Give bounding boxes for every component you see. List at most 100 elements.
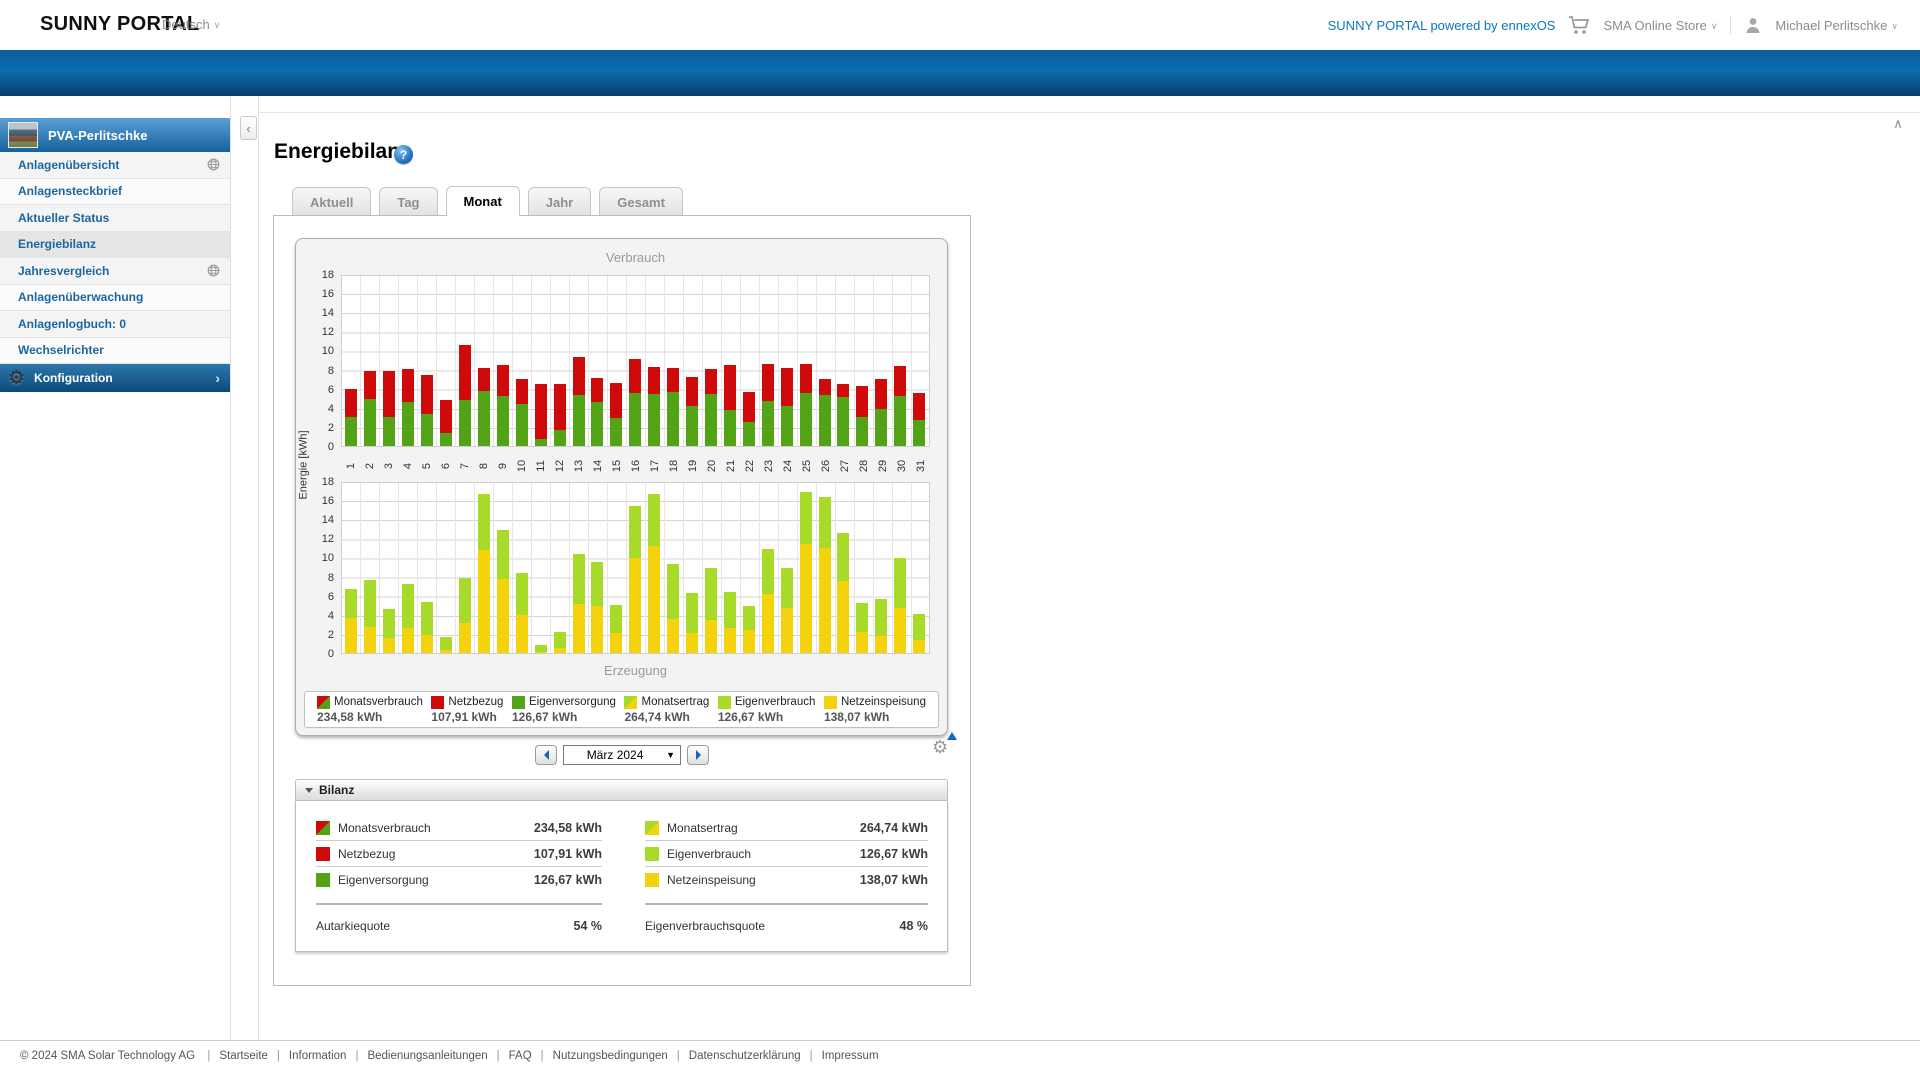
bar-day-19 — [686, 377, 699, 446]
powered-by-link[interactable]: SUNNY PORTAL powered by ennexOS — [1328, 18, 1556, 33]
segment-eigenverbrauch — [591, 562, 604, 607]
footer-link-nutzungsbedingungen[interactable]: Nutzungsbedingungen — [553, 1050, 668, 1062]
segment-netzeinspeisung — [402, 628, 415, 653]
bar-day-22 — [742, 606, 755, 653]
help-icon[interactable]: ? — [394, 145, 413, 164]
bar-day-12 — [553, 383, 566, 446]
next-month-button[interactable] — [687, 745, 709, 765]
bilanz-separator — [316, 903, 602, 905]
tab-tag[interactable]: Tag — [379, 187, 438, 216]
month-select[interactable]: März 2024 ▼ — [563, 745, 681, 765]
segment-netzbezug — [515, 379, 528, 404]
segment-eigenversorgung — [837, 397, 850, 446]
segment-netzeinspeisung — [458, 623, 471, 653]
bar-day-13 — [572, 357, 585, 446]
segment-eigenversorgung — [345, 417, 358, 446]
segment-eigenversorgung — [458, 400, 471, 446]
bar-day-28 — [856, 385, 869, 446]
segment-eigenversorgung — [648, 394, 661, 446]
arrow-right-icon — [695, 750, 701, 760]
sidebar-item-energiebilanz[interactable]: Energiebilanz — [0, 231, 230, 258]
sidebar-item-anlagen-bersicht[interactable]: Anlagenübersicht — [0, 152, 230, 179]
segment-eigenverbrauch — [364, 580, 377, 628]
segment-netzbezug — [648, 366, 661, 395]
tab-monat[interactable]: Monat — [445, 186, 520, 216]
bar-day-27 — [837, 383, 850, 446]
segment-eigenverbrauch — [421, 602, 434, 635]
footer: © 2024 SMA Solar Technology AG | Startsei… — [0, 1040, 1920, 1080]
segment-netzeinspeisung — [383, 637, 396, 653]
tab-jahr[interactable]: Jahr — [527, 187, 592, 216]
footer-link-impressum[interactable]: Impressum — [822, 1050, 879, 1062]
tab-aktuell[interactable]: Aktuell — [292, 187, 372, 216]
bilanz-row-netzeinspeisung: Netzeinspeisung 138,07 kWh — [645, 867, 928, 893]
prev-month-button[interactable] — [535, 745, 557, 765]
segment-netzbezug — [421, 375, 434, 414]
y-tick: 12 — [321, 533, 334, 546]
segment-eigenverbrauch — [458, 577, 471, 624]
bilanz-swatch — [645, 873, 659, 887]
legend-value: 126,67 kWh — [511, 709, 578, 724]
segment-eigenverbrauch — [629, 505, 642, 559]
sidebar-collapse-button[interactable]: ‹ — [240, 116, 257, 140]
segment-netzeinspeisung — [572, 604, 585, 653]
bilanz-value: 234,58 kWh — [533, 820, 602, 835]
segment-netzeinspeisung — [629, 558, 642, 653]
sidebar-item-konfiguration[interactable]: ⚙ Konfiguration › — [0, 364, 230, 392]
bar-day-8 — [477, 367, 490, 446]
x-tick: 16 — [629, 459, 642, 472]
legend-swatch — [823, 695, 837, 709]
bilanz-label: Eigenverbrauchsquote — [645, 919, 766, 933]
segment-eigenversorgung — [799, 393, 812, 446]
sidebar-item-anlagensteckbrief[interactable]: Anlagensteckbrief — [0, 178, 230, 205]
segment-netzeinspeisung — [761, 593, 774, 653]
footer-link-faq[interactable]: FAQ — [509, 1050, 532, 1062]
bar-day-18 — [667, 564, 680, 653]
footer-link-startseite[interactable]: Startseite — [219, 1050, 268, 1062]
sma-online-store-link[interactable]: SMA Online Store ∨ — [1603, 18, 1717, 33]
y-tick: 4 — [327, 609, 334, 622]
sidebar-item-aktueller-status[interactable]: Aktueller Status — [0, 205, 230, 232]
bilanz-value: 126,67 kWh — [533, 873, 602, 887]
chart-title-verbrauch: Verbrauch — [605, 250, 666, 265]
bar-day-6 — [440, 636, 453, 653]
x-tick: 6 — [439, 462, 452, 469]
footer-link-bedienungsanleitungen[interactable]: Bedienungsanleitungen — [367, 1050, 487, 1062]
bar-day-30 — [894, 365, 907, 446]
sidebar-item-label: Jahresvergleich — [18, 263, 110, 278]
segment-eigenverbrauch — [875, 598, 888, 636]
bilanz-label: Netzbezug — [338, 846, 396, 861]
segment-netzbezug — [723, 364, 736, 410]
x-tick: 21 — [724, 459, 737, 472]
sidebar-item-jahresvergleich[interactable]: Jahresvergleich — [0, 258, 230, 285]
user-menu[interactable]: Michael Perlitschke ∨ — [1775, 18, 1898, 33]
language-selector[interactable]: Deutsch ∨ — [162, 17, 220, 32]
x-tick: 17 — [648, 459, 661, 472]
segment-eigenversorgung — [894, 396, 907, 446]
segment-eigenverbrauch — [686, 592, 699, 633]
sidebar-item-label: Aktueller Status — [18, 210, 110, 225]
bar-day-20 — [704, 568, 717, 653]
divider — [1730, 16, 1732, 34]
sidebar-item-wechselrichter[interactable]: Wechselrichter — [0, 337, 230, 364]
bilanz-header[interactable]: Bilanz — [295, 779, 948, 801]
segment-netzbezug — [799, 363, 812, 394]
bilanz-swatch — [316, 820, 330, 835]
bar-series — [342, 483, 929, 653]
footer-link-information[interactable]: Information — [289, 1050, 347, 1062]
bilanz-separator — [645, 903, 928, 905]
plant-selector[interactable]: PVA-Perlitschke — [0, 118, 230, 152]
scroll-top-button[interactable]: ∧ — [1888, 114, 1908, 134]
collapse-arrow-icon — [305, 787, 313, 793]
tab-gesamt[interactable]: Gesamt — [599, 187, 683, 216]
bilanz-column-generation: Monatsertrag 264,74 kWh Eigenverbrauch 126,… — [645, 815, 928, 939]
footer-separator: | — [355, 1050, 359, 1062]
sidebar-item-anlagen-berwachung[interactable]: Anlagenüberwachung — [0, 284, 230, 311]
footer-link-datenschutzerkl-rung[interactable]: Datenschutzerklärung — [689, 1050, 801, 1062]
segment-eigenverbrauch — [345, 588, 358, 618]
gear-icon: ⚙ — [932, 737, 949, 757]
chart-settings-button[interactable]: ⚙ — [932, 732, 957, 758]
segment-eigenversorgung — [667, 391, 680, 446]
sidebar-item-anlagenlogbuch-0[interactable]: Anlagenlogbuch: 0 — [0, 311, 230, 338]
segment-netzbezug — [667, 367, 680, 392]
